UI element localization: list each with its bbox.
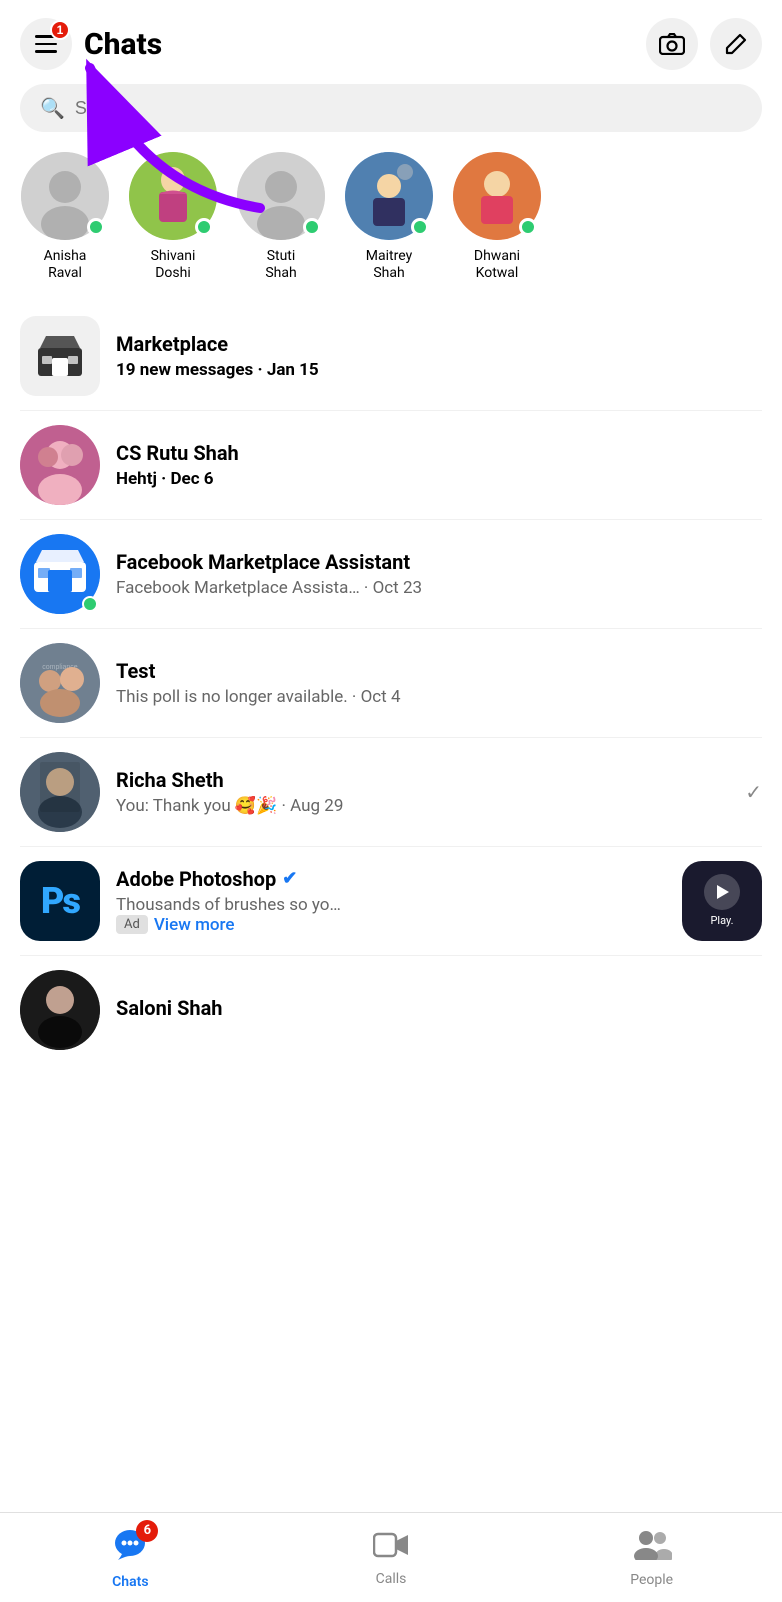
online-indicator bbox=[519, 218, 537, 236]
chat-preview-richa-sheth: You: Thank you 🥰🎉 · Aug 29 bbox=[116, 796, 729, 816]
contact-avatar-wrapper-maitrey bbox=[345, 152, 433, 240]
search-container: 🔍 bbox=[0, 84, 782, 148]
compose-icon bbox=[725, 33, 747, 55]
richa-avatar-icon bbox=[20, 752, 100, 832]
contact-item-stuti[interactable]: StutiShah bbox=[236, 152, 326, 282]
search-input[interactable] bbox=[75, 98, 742, 119]
chat-preview-adobe-photoshop: Thousands of brushes so yo… bbox=[116, 895, 666, 915]
chat-avatar-marketplace bbox=[20, 316, 100, 396]
chats-nav-badge: 6 bbox=[136, 1520, 158, 1542]
chat-content-fb-marketplace-assistant: Facebook Marketplace Assistant Facebook … bbox=[116, 550, 762, 598]
contact-item-shivani[interactable]: ShivaniDoshi bbox=[128, 152, 218, 282]
online-indicator-fb-marketplace bbox=[82, 596, 98, 612]
chat-preview-fb-marketplace-assistant: Facebook Marketplace Assista… · Oct 23 bbox=[116, 578, 762, 598]
chat-name-saloni-shah: Saloni Shah bbox=[116, 996, 762, 1020]
contact-name-anisha: AnishaRaval bbox=[44, 248, 87, 282]
contact-item-maitrey[interactable]: MaitreyShah bbox=[344, 152, 434, 282]
camera-icon bbox=[659, 33, 685, 55]
bottom-nav: 6 Chats Calls People bbox=[0, 1512, 782, 1602]
online-indicator bbox=[87, 218, 105, 236]
chat-meta-richa-sheth: ✓ bbox=[745, 780, 762, 804]
chat-content-cs-rutu-shah: CS Rutu Shah Hehtj · Dec 6 bbox=[116, 441, 762, 489]
chat-avatar-cs-rutu-shah bbox=[20, 425, 100, 505]
people-icon bbox=[632, 1528, 672, 1560]
contact-name-shivani: ShivaniDoshi bbox=[151, 248, 196, 282]
contact-avatar-wrapper-shivani bbox=[129, 152, 217, 240]
contact-avatar-wrapper-dhwani bbox=[453, 152, 541, 240]
test-avatar-icon: compliance bbox=[20, 643, 100, 723]
chat-item-adobe-photoshop[interactable]: Ps Adobe Photoshop ✔ Thousands of brushe… bbox=[0, 847, 782, 955]
page-title: Chats bbox=[84, 27, 646, 62]
menu-notification-badge: 1 bbox=[50, 20, 70, 40]
camera-button[interactable] bbox=[646, 18, 698, 70]
ad-row: Ad View more bbox=[116, 915, 666, 935]
search-bar[interactable]: 🔍 bbox=[20, 84, 762, 132]
chat-item-test[interactable]: compliance Test This poll is no longer a… bbox=[0, 629, 782, 737]
chat-preview-test: This poll is no longer available. · Oct … bbox=[116, 687, 762, 707]
chat-preview-marketplace: 19 new messages · Jan 15 bbox=[116, 360, 762, 380]
chat-avatar-richa-sheth bbox=[20, 752, 100, 832]
chat-name-fb-marketplace-assistant: Facebook Marketplace Assistant bbox=[116, 550, 762, 574]
marketplace-store-icon bbox=[36, 334, 84, 378]
chat-content-saloni-shah: Saloni Shah bbox=[116, 996, 762, 1024]
chat-avatar-test: compliance bbox=[20, 643, 100, 723]
contact-item-anisha[interactable]: AnishaRaval bbox=[20, 152, 110, 282]
chat-avatar-saloni-shah bbox=[20, 970, 100, 1050]
chat-item-marketplace[interactable]: Marketplace 19 new messages · Jan 15 bbox=[0, 302, 782, 410]
calls-video-icon bbox=[373, 1531, 409, 1559]
chat-content-test: Test This poll is no longer available. ·… bbox=[116, 659, 762, 707]
play-button-icon bbox=[704, 874, 740, 910]
online-indicator bbox=[411, 218, 429, 236]
chat-name-adobe-photoshop: Adobe Photoshop ✔ bbox=[116, 867, 666, 891]
contact-name-stuti: StutiShah bbox=[265, 248, 296, 282]
chat-item-fb-marketplace-assistant[interactable]: Facebook Marketplace Assistant Facebook … bbox=[0, 520, 782, 628]
chats-nav-icon: 6 bbox=[112, 1526, 148, 1570]
ad-label: Ad bbox=[116, 915, 148, 934]
nav-item-calls[interactable]: Calls bbox=[261, 1513, 522, 1602]
view-more-link[interactable]: View more bbox=[154, 915, 235, 935]
chat-name-richa-sheth: Richa Sheth bbox=[116, 768, 729, 792]
people-nav-label: People bbox=[630, 1572, 673, 1588]
contact-name-maitrey: MaitreyShah bbox=[366, 248, 412, 282]
chat-item-saloni-shah[interactable]: Saloni Shah bbox=[0, 956, 782, 1064]
contact-avatar-wrapper-stuti bbox=[237, 152, 325, 240]
chat-list: Marketplace 19 new messages · Jan 15 CS … bbox=[0, 302, 782, 1064]
calls-nav-label: Calls bbox=[376, 1571, 407, 1587]
cs-rutu-avatar-icon bbox=[20, 425, 100, 505]
chat-name-cs-rutu-shah: CS Rutu Shah bbox=[116, 441, 762, 465]
verified-badge-icon: ✔ bbox=[282, 868, 297, 889]
nav-item-chats[interactable]: 6 Chats bbox=[0, 1513, 261, 1602]
ad-image-adobe: Play. bbox=[682, 861, 762, 941]
search-icon: 🔍 bbox=[40, 96, 65, 120]
chat-item-cs-rutu-shah[interactable]: CS Rutu Shah Hehtj · Dec 6 bbox=[0, 411, 782, 519]
online-indicator bbox=[303, 218, 321, 236]
play-label: Play. bbox=[710, 914, 733, 927]
chat-preview-cs-rutu-shah: Hehtj · Dec 6 bbox=[116, 469, 762, 489]
chat-avatar-adobe-photoshop: Ps bbox=[20, 861, 100, 941]
chat-name-marketplace: Marketplace bbox=[116, 332, 762, 356]
people-nav-icon bbox=[632, 1528, 672, 1568]
contact-avatar-wrapper-anisha bbox=[21, 152, 109, 240]
header: 1 Chats bbox=[0, 0, 782, 84]
adobe-ps-logo: Ps bbox=[41, 880, 79, 922]
header-actions bbox=[646, 18, 762, 70]
menu-button[interactable]: 1 bbox=[20, 18, 72, 70]
play-triangle-icon bbox=[713, 883, 731, 901]
saloni-avatar-icon bbox=[20, 970, 100, 1050]
contacts-row: AnishaRaval ShivaniDoshi bbox=[0, 148, 782, 302]
chat-item-richa-sheth[interactable]: Richa Sheth You: Thank you 🥰🎉 · Aug 29 ✓ bbox=[0, 738, 782, 846]
chats-nav-label: Chats bbox=[112, 1574, 148, 1590]
contact-item-dhwani[interactable]: DhwaniKotwal bbox=[452, 152, 542, 282]
contact-name-dhwani: DhwaniKotwal bbox=[474, 248, 520, 282]
calls-nav-icon bbox=[373, 1529, 409, 1567]
chat-content-richa-sheth: Richa Sheth You: Thank you 🥰🎉 · Aug 29 bbox=[116, 768, 729, 816]
chat-name-test: Test bbox=[116, 659, 762, 683]
online-indicator bbox=[195, 218, 213, 236]
chat-content-marketplace: Marketplace 19 new messages · Jan 15 bbox=[116, 332, 762, 380]
chat-content-adobe-photoshop: Adobe Photoshop ✔ Thousands of brushes s… bbox=[116, 867, 666, 935]
nav-item-people[interactable]: People bbox=[521, 1513, 782, 1602]
read-receipt-icon: ✓ bbox=[745, 780, 762, 804]
compose-button[interactable] bbox=[710, 18, 762, 70]
